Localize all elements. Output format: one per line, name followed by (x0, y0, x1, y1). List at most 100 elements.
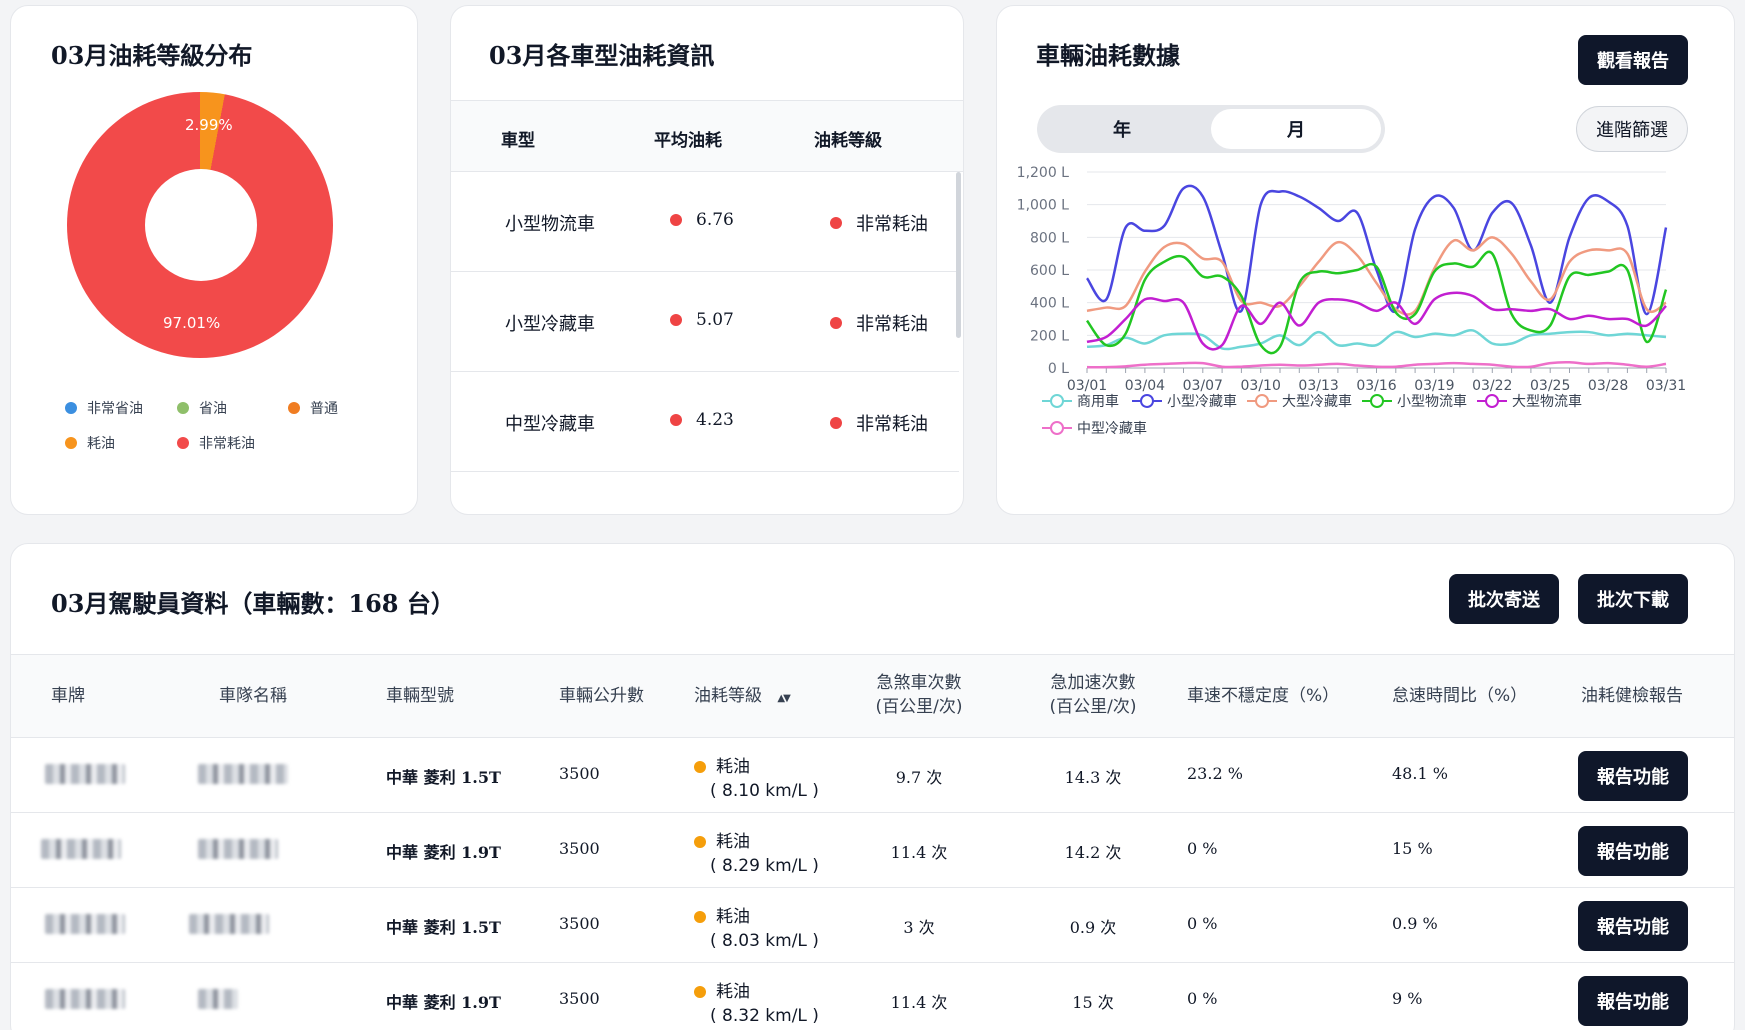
model-grade: 非常耗油 (830, 210, 928, 236)
orange-dot-icon (694, 836, 706, 848)
orange-dot-icon (694, 911, 706, 923)
driver-row: 中華 菱利 1.5T 3500 耗油 ( 8.03 km/L ) 3 次 0.9 次 0 %… (11, 888, 1734, 963)
y-tick-label: 600 L (1030, 263, 1069, 279)
legend-item-1[interactable]: 小型冷藏車 (1132, 393, 1237, 410)
dist-card-title: 03月油耗等級分布 (51, 41, 253, 70)
col-idle-ratio: 怠速時間比（%） (1392, 686, 1528, 706)
col-vehicle-model: 車輛型號 (386, 686, 454, 706)
red-dot-icon (830, 417, 842, 429)
hard-accel-count: 14.2 次 (1064, 843, 1122, 862)
legend-item-4[interactable]: 大型物流車 (1477, 393, 1582, 410)
legend-dot (177, 437, 189, 449)
hard-brake-count: 11.4 次 (890, 993, 948, 1012)
hard-accel-count: 14.3 次 (1064, 768, 1122, 787)
legend-label: 省油 (199, 401, 227, 417)
speed-instability: 0 % (1187, 914, 1218, 933)
col-hard-brake-line1: 急煞車次數 (876, 673, 962, 693)
fleet-redacted (198, 989, 238, 1009)
legend-marker (1050, 421, 1064, 435)
legend-item-0[interactable]: 商用車 (1042, 393, 1119, 410)
batch-download-button[interactable]: 批次下載 (1578, 574, 1688, 624)
legend-item-3[interactable]: 小型物流車 (1362, 393, 1467, 410)
legend-marker (1140, 394, 1154, 408)
legend-label: 大型物流車 (1512, 393, 1582, 410)
model-grade: 非常耗油 (830, 310, 928, 336)
report-button[interactable]: 報告功能 (1578, 826, 1688, 876)
hard-accel-count: 0.9 次 (1069, 918, 1117, 937)
model-table-scrollbar[interactable] (956, 172, 961, 338)
y-tick-label: 800 L (1030, 230, 1069, 246)
red-dot-icon (830, 217, 842, 229)
hard-brake-count: 3 次 (903, 918, 935, 937)
legend-item-very-consuming[interactable]: 非常耗油 (177, 433, 255, 453)
legend-item-efficient[interactable]: 省油 (177, 398, 227, 418)
legend-label: 大型冷藏車 (1282, 393, 1352, 410)
col-grade-sortable[interactable]: 油耗等級 ▲▼ (694, 684, 791, 711)
fuel-grade: 耗油 ( 8.29 km/L ) (694, 827, 819, 876)
fleet-redacted (198, 764, 288, 784)
vehicle-liters: 3500 (559, 764, 600, 783)
legend-item-normal[interactable]: 普通 (288, 398, 338, 418)
report-button[interactable]: 報告功能 (1578, 751, 1688, 801)
model-avg-value: 5.07 (696, 310, 734, 330)
hard-brake-count: 11.4 次 (890, 843, 948, 862)
model-avg-value: 4.23 (696, 410, 734, 430)
legend-item-very-efficient[interactable]: 非常省油 (65, 398, 143, 418)
legend-marker (1255, 394, 1269, 408)
model-fuel-info-card: 03月各車型油耗資訊 車型 平均油耗 油耗等級 小型物流車 6.76 非常耗油 … (450, 5, 964, 515)
donut-hole (145, 169, 257, 281)
y-tick-label: 1,200 L (1017, 165, 1070, 181)
model-name: 中型冷藏車 (505, 414, 595, 435)
legend-dot (177, 402, 189, 414)
series-line-4[interactable] (1086, 291, 1667, 351)
red-dot-icon (670, 214, 682, 226)
model-grade-value: 非常耗油 (856, 414, 928, 435)
hard-brake-count: 9.7 次 (895, 768, 943, 787)
plate-redacted (45, 914, 125, 934)
vehicle-liters: 3500 (559, 989, 600, 1008)
driver-row: 中華 菱利 1.9T 3500 耗油 ( 8.29 km/L ) 11.4 次 14.2 … (11, 813, 1734, 888)
speed-instability: 23.2 % (1187, 764, 1243, 783)
fuel-grade-label: 耗油 (716, 982, 750, 1002)
fuel-grade-label: 耗油 (716, 757, 750, 777)
fleet-redacted (198, 839, 278, 859)
slice-label-big: 97.01% (163, 314, 221, 332)
speed-instability: 0 % (1187, 989, 1218, 1008)
col-grade: 油耗等級 (814, 131, 882, 151)
x-tick-label: 03/04 (1125, 378, 1165, 394)
col-fleet: 車隊名稱 (219, 686, 287, 706)
model-name: 小型冷藏車 (505, 314, 595, 335)
sort-icon[interactable]: ▲▼ (777, 693, 790, 704)
fuel-grade-label: 耗油 (716, 832, 750, 852)
model-grade-value: 非常耗油 (856, 314, 928, 335)
fuel-card-title: 車輛油耗數據 (1036, 41, 1180, 70)
x-tick-label: 03/13 (1298, 378, 1338, 394)
model-card-title: 03月各車型油耗資訊 (489, 41, 715, 70)
vehicle-model: 中華 菱利 1.5T (386, 768, 501, 787)
model-row: 中型冷藏車 4.23 非常耗油 (451, 372, 959, 472)
view-report-button[interactable]: 觀看報告 (1578, 35, 1688, 85)
vehicle-liters: 3500 (559, 839, 600, 858)
legend-item-5[interactable]: 中型冷藏車 (1042, 420, 1147, 437)
plate-redacted (41, 839, 121, 859)
idle-ratio: 48.1 % (1392, 764, 1448, 783)
driver-row: 中華 菱利 1.5T 3500 耗油 ( 8.10 km/L ) 9.7 次 14.3 次… (11, 738, 1734, 813)
report-button[interactable]: 報告功能 (1578, 976, 1688, 1026)
col-plate: 車牌 (51, 686, 85, 706)
series-line-5[interactable] (1086, 360, 1667, 369)
legend-dot (65, 437, 77, 449)
batch-send-button[interactable]: 批次寄送 (1449, 574, 1559, 624)
legend-item-2[interactable]: 大型冷藏車 (1247, 393, 1352, 410)
fuel-kml: ( 8.03 km/L ) (710, 931, 819, 951)
vehicle-fuel-data-card: 車輛油耗數據 觀看報告 年 月 進階篩選 0 L 200 L 400 L 600 L8… (996, 5, 1735, 515)
legend-label: 耗油 (87, 436, 115, 452)
idle-ratio: 9 % (1392, 989, 1423, 1008)
fuel-line-chart: 0 L 200 L 400 L 600 L 800 L 1,000 L 1,200 L 03/… (1017, 165, 1687, 437)
series-line-0[interactable] (1086, 328, 1667, 351)
legend-label: 小型物流車 (1397, 393, 1467, 410)
legend-item-consuming[interactable]: 耗油 (65, 433, 115, 453)
x-tick-label: 03/28 (1588, 378, 1628, 394)
plate-redacted (45, 989, 125, 1009)
report-button[interactable]: 報告功能 (1578, 901, 1688, 951)
y-tick-label: 1,000 L (1017, 198, 1070, 214)
